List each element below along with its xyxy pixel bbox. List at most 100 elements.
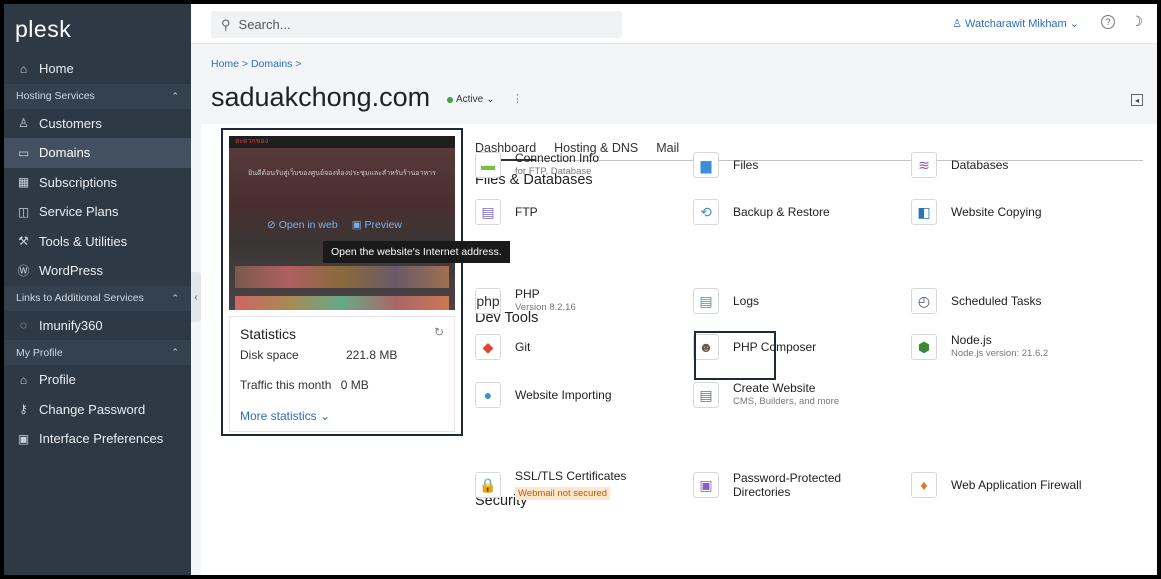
sidebar-item-label: Home	[39, 61, 74, 77]
logs-highlight-box	[694, 331, 776, 380]
help-icon[interactable]: ?	[1101, 15, 1115, 29]
sidebar-group-label: Hosting Services	[16, 90, 95, 102]
tool-label: SSL/TLS Certificates	[515, 469, 627, 483]
user-icon: ♙	[18, 116, 29, 131]
plug-icon: ▬	[475, 152, 501, 178]
chevron-down-icon: ⌄	[1066, 18, 1079, 30]
tab-mail[interactable]: Mail	[656, 141, 679, 161]
ssl-icon: 🔒	[475, 472, 501, 498]
sidebar-item-domains[interactable]: ▭ Domains	[4, 138, 191, 168]
sidebar-item-customers[interactable]: ♙ Customers	[4, 109, 191, 139]
tool-label: PHP	[515, 287, 540, 301]
tool-website-copying[interactable]: ◧ Website Copying	[911, 195, 1042, 229]
tool-label-line2: Directories	[733, 485, 791, 499]
more-statistics-link[interactable]: More statistics ⌄	[240, 409, 330, 423]
sidebar-collapse-handle[interactable]: ‹	[191, 272, 201, 322]
sidebar-item-profile[interactable]: ⌂ Profile	[4, 365, 191, 395]
top-bar: ⚲ Search... ♙ Watcharawit Mikham ⌄ ? ☽	[191, 4, 1157, 44]
search-placeholder: Search...	[238, 17, 291, 32]
git-icon: ◆	[475, 334, 501, 360]
sidebar-item-imunify360[interactable]: ◌ Imunify360	[4, 311, 191, 341]
sidebar-group-hosting-services[interactable]: Hosting Services ⌃	[4, 83, 191, 109]
more-actions-icon[interactable]: ⋮	[512, 92, 523, 105]
side-panel-toggle-icon[interactable]: ◂	[1131, 94, 1143, 106]
open-in-web-button[interactable]: ⊘ Open in web	[267, 219, 338, 231]
theme-toggle-icon[interactable]: ☽	[1130, 13, 1143, 30]
breadcrumb[interactable]: Home > Domains >	[211, 58, 301, 70]
tool-connection-info[interactable]: ▬ Connection Info for FTP, Database	[475, 148, 599, 182]
tool-text: Git	[515, 340, 530, 354]
tool-label: Databases	[951, 158, 1009, 172]
tool-databases[interactable]: ≋ Databases	[911, 148, 1008, 182]
folder-icon: ▆	[693, 152, 719, 178]
tool-ftp[interactable]: ▤ FTP	[475, 195, 538, 229]
copy-icon: ◧	[911, 199, 937, 225]
tool-label: Create Website	[733, 381, 816, 395]
tool-subtitle: Node.js version: 21.6.2	[951, 348, 1049, 359]
tool-waf[interactable]: ♦ Web Application Firewall	[911, 468, 1082, 502]
backup-icon: ⟲	[693, 199, 719, 225]
imunify-icon: ◌	[19, 318, 28, 333]
key-icon: ⚷	[19, 402, 28, 417]
user-menu[interactable]: ♙ Watcharawit Mikham ⌄	[952, 17, 1079, 30]
tool-text: FTP	[515, 205, 538, 219]
sidebar-item-service-plans[interactable]: ◫ Service Plans	[4, 197, 191, 227]
page-title: saduakchong.com	[211, 82, 431, 112]
wordpress-icon: Ⓦ	[17, 264, 30, 279]
sidebar-item-tools-utilities[interactable]: ⚒ Tools & Utilities	[4, 227, 191, 257]
chevron-down-icon: ⌄	[486, 94, 495, 105]
plesk-logo[interactable]: plesk	[4, 4, 191, 54]
refresh-icon[interactable]: ↻	[434, 325, 444, 339]
status-dot-icon	[447, 96, 453, 103]
site-thumbnails-row	[235, 296, 449, 310]
user-name: Watcharawit Mikham	[965, 18, 1067, 30]
tool-files[interactable]: ▆ Files	[693, 148, 758, 182]
disk-space-value: 221.8 MB	[346, 348, 398, 362]
profile-icon: ⌂	[19, 372, 28, 387]
search-icon: ⚲	[221, 16, 231, 32]
import-icon: ●	[475, 382, 501, 408]
sidebar-item-change-password[interactable]: ⚷ Change Password	[4, 395, 191, 425]
sidebar-item-home[interactable]: ⌂ Home	[4, 54, 191, 84]
sidebar-item-label: Imunify360	[39, 317, 103, 333]
tool-php[interactable]: php PHP Version 8.2.16	[475, 284, 576, 318]
tool-text: Web Application Firewall	[951, 478, 1082, 492]
search-input[interactable]: ⚲ Search...	[211, 11, 622, 38]
tool-website-importing[interactable]: ● Website Importing	[475, 378, 612, 412]
tool-logs[interactable]: ▤ Logs	[693, 284, 759, 318]
tool-label: Website Copying	[951, 205, 1042, 219]
sidebar-item-label: Profile	[39, 372, 76, 388]
tool-git[interactable]: ◆ Git	[475, 330, 530, 364]
sidebar-group-label: Links to Additional Services	[16, 292, 144, 304]
clock-icon: ◴	[911, 288, 937, 314]
tool-nodejs[interactable]: ⬢ Node.js Node.js version: 21.6.2	[911, 330, 1048, 364]
site-header-text: สะดวกของ	[229, 136, 455, 148]
tool-text: Connection Info for FTP, Database	[515, 151, 599, 179]
tool-ssl[interactable]: 🔒 SSL/TLS Certificates Webmail not secured	[475, 468, 626, 502]
tool-password-dirs[interactable]: ▣ Password-Protected Directories	[693, 468, 841, 502]
website-preview-card: สะดวกของ ยินดีต้อนรับสู่เว็บของศูนย์จองห…	[221, 128, 510, 436]
sidebar-item-subscriptions[interactable]: ▦ Subscriptions	[4, 168, 191, 198]
folder-lock-icon: ▣	[693, 472, 719, 498]
sidebar-group-my-profile[interactable]: My Profile ⌃	[4, 340, 191, 365]
tool-label: Website Importing	[515, 388, 612, 402]
preview-button[interactable]: ▣ Preview	[352, 219, 402, 231]
sidebar-item-label: Domains	[39, 145, 91, 161]
tool-label: FTP	[515, 205, 538, 219]
tool-text: Logs	[733, 294, 759, 308]
tool-label: Backup & Restore	[733, 205, 830, 219]
tool-create-website[interactable]: ▤ Create Website CMS, Builders, and more	[693, 378, 839, 412]
plesk-window: plesk ⌂ Home Hosting Services ⌃ ♙ Customers ▭ D…	[4, 4, 1157, 575]
home-icon: ⌂	[19, 61, 28, 76]
sidebar-item-label: Tools & Utilities	[39, 233, 128, 249]
sidebar-item-wordpress[interactable]: Ⓦ WordPress	[4, 256, 191, 286]
tool-backup[interactable]: ⟲ Backup & Restore	[693, 195, 830, 229]
status-dropdown[interactable]: Active ⌄	[447, 94, 495, 105]
sidebar-item-label: WordPress	[39, 263, 104, 279]
monitor-icon: ▭	[17, 145, 30, 160]
tool-scheduled-tasks[interactable]: ◴ Scheduled Tasks	[911, 284, 1042, 318]
sidebar-group-links-to-additional-services[interactable]: Links to Additional Services ⌃	[4, 285, 191, 311]
sidebar-item-interface-preferences[interactable]: ▣ Interface Preferences	[4, 424, 191, 454]
main-area: Home > Domains > saduakchong.com Active …	[201, 44, 1157, 575]
sidebar-item-label: Service Plans	[39, 204, 119, 220]
